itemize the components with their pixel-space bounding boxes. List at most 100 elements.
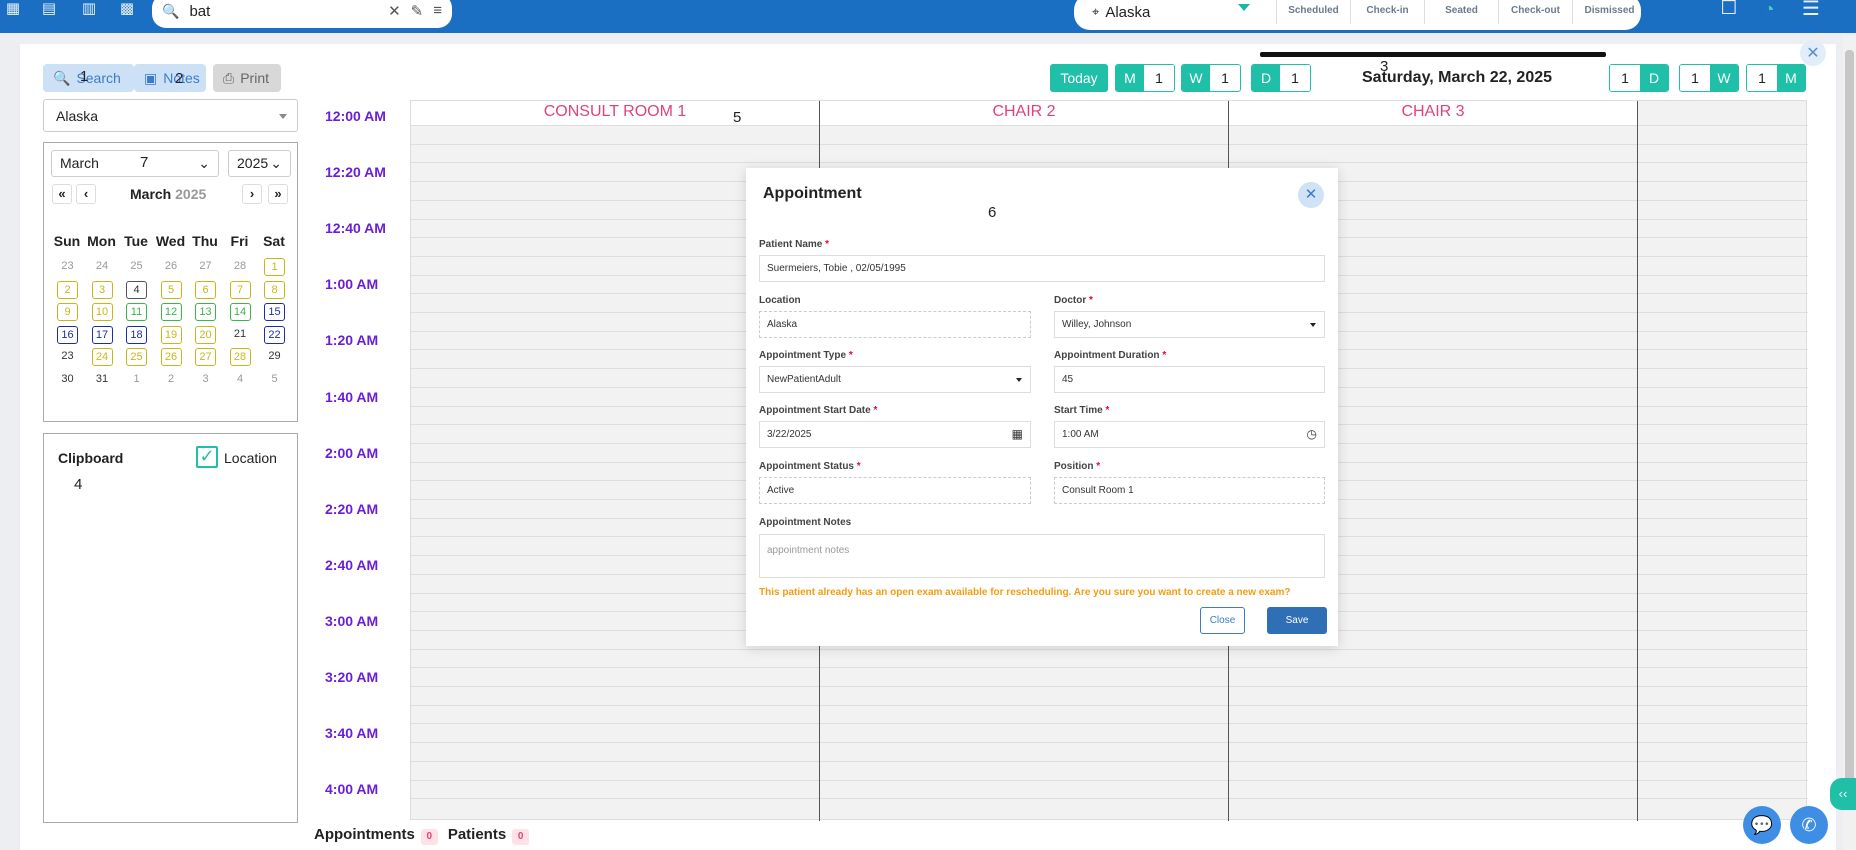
- month-select[interactable]: March ⌄: [51, 150, 219, 177]
- signal-icon[interactable]: ◔: [1756, 0, 1782, 20]
- calendar-day[interactable]: 15: [264, 303, 285, 321]
- prev-year-button[interactable]: «: [52, 184, 72, 204]
- phone-fab-icon[interactable]: ✆: [1790, 806, 1828, 844]
- status-seated[interactable]: ✦Seated: [1424, 0, 1498, 24]
- calendar-day[interactable]: 20: [195, 325, 216, 344]
- location-select[interactable]: Alaska: [43, 99, 298, 132]
- calendar-day[interactable]: 13: [195, 303, 216, 321]
- today-button[interactable]: Today: [1050, 64, 1108, 92]
- calendar-icon[interactable]: ▦: [0, 0, 26, 20]
- year-select[interactable]: 2025 ⌄: [228, 150, 291, 177]
- save-button[interactable]: Save: [1267, 607, 1327, 634]
- doctor-select[interactable]: Willey, Johnson: [1054, 311, 1325, 338]
- pin-icon[interactable]: ✎: [411, 2, 424, 20]
- chevron-down-icon: [1016, 378, 1022, 382]
- chat-fab-icon[interactable]: 💬: [1743, 806, 1781, 844]
- appointment-type-select[interactable]: NewPatientAdult: [759, 366, 1031, 393]
- search-input[interactable]: bat: [189, 3, 210, 20]
- calendar-day[interactable]: 8: [264, 280, 285, 299]
- start-date-field[interactable]: 3/22/2025 ▦: [759, 421, 1031, 448]
- day-view-group[interactable]: D1: [1251, 64, 1311, 92]
- patient-name-field[interactable]: Suermeiers, Tobie , 02/05/1995: [759, 255, 1325, 282]
- calendar-day[interactable]: 5: [160, 280, 182, 299]
- calendar-day[interactable]: 18: [126, 325, 147, 344]
- calendar-day[interactable]: 7: [229, 280, 251, 299]
- menu-icon[interactable]: ☰: [1798, 0, 1824, 20]
- notes-button[interactable]: ▣ Notes: [134, 64, 206, 92]
- calendar-day[interactable]: 25: [126, 348, 147, 366]
- calendar-day[interactable]: 17: [91, 325, 113, 344]
- calendar-day[interactable]: 26: [161, 258, 182, 276]
- location-selector[interactable]: ⌖ Alaska ▭Scheduled ▭Check-in ✦Seated ☒C…: [1074, 0, 1641, 30]
- calendar-day[interactable]: 22: [264, 325, 285, 344]
- calendar-day[interactable]: 2: [57, 280, 78, 299]
- calendar-day[interactable]: 12: [160, 303, 182, 321]
- calendar-day[interactable]: 28: [230, 258, 251, 276]
- filter-icon[interactable]: ≡: [433, 2, 442, 20]
- calendar-day[interactable]: 25: [126, 258, 147, 276]
- calendar-day[interactable]: 1: [126, 371, 147, 389]
- marker-badge: 4: [74, 476, 83, 493]
- day-forward-group[interactable]: 1D: [1609, 64, 1669, 92]
- duration-field[interactable]: 45: [1054, 366, 1325, 393]
- search-box[interactable]: 🔍 bat ✕ ✎ ≡: [152, 0, 452, 28]
- building-icon[interactable]: ▩: [114, 0, 140, 20]
- week-view-group[interactable]: W1: [1181, 64, 1241, 92]
- next-month-button[interactable]: ›: [242, 184, 262, 204]
- calendar-day[interactable]: 19: [160, 325, 182, 344]
- calendar-day[interactable]: 28: [229, 348, 251, 366]
- month-forward-group[interactable]: 1M: [1746, 64, 1806, 92]
- calendar-day[interactable]: 3: [195, 371, 216, 389]
- clock-icon[interactable]: ◷: [1307, 427, 1317, 441]
- calendar-day[interactable]: 6: [195, 280, 216, 299]
- print-button[interactable]: ⎙ Print: [213, 64, 281, 92]
- calendar-day[interactable]: 2: [161, 371, 182, 389]
- calendar-icon[interactable]: ▦: [1012, 427, 1023, 441]
- calendar-day[interactable]: 23: [57, 348, 78, 366]
- calendar-day[interactable]: 4: [126, 280, 147, 299]
- chevron-down-icon[interactable]: [1238, 4, 1250, 11]
- side-expand-tab[interactable]: ‹‹: [1830, 778, 1856, 810]
- status-scheduled[interactable]: ▭Scheduled: [1276, 0, 1350, 24]
- tab-appointments[interactable]: Appointments 0: [314, 826, 438, 845]
- chat-icon[interactable]: ☐: [1716, 0, 1742, 20]
- next-year-button[interactable]: »: [268, 184, 288, 204]
- calendar-day[interactable]: 27: [195, 258, 216, 276]
- calendar-day[interactable]: 5: [264, 371, 285, 389]
- prev-month-button[interactable]: ‹: [76, 184, 96, 204]
- clear-search-icon[interactable]: ✕: [388, 2, 401, 20]
- calendar-day[interactable]: 23: [57, 258, 78, 276]
- close-icon[interactable]: ✕: [1298, 182, 1324, 208]
- calendar-day[interactable]: 24: [92, 258, 113, 276]
- calendar-day[interactable]: 24: [91, 348, 113, 366]
- calendar-day[interactable]: 1: [264, 258, 285, 276]
- appointment-notes-input[interactable]: appointment notes: [759, 534, 1325, 578]
- report-icon[interactable]: ▤: [36, 0, 62, 20]
- calendar-day[interactable]: 3: [91, 280, 113, 299]
- calendar-day[interactable]: 29: [264, 348, 285, 366]
- start-time-field[interactable]: 1:00 AM ◷: [1054, 421, 1325, 448]
- calendar-day[interactable]: 31: [92, 371, 113, 389]
- calendar-day[interactable]: 16: [57, 325, 78, 344]
- calendar-day[interactable]: 27: [195, 348, 216, 366]
- scrollbar[interactable]: [1843, 36, 1856, 850]
- calendar-day[interactable]: 11: [126, 303, 147, 321]
- search-button[interactable]: 🔍 Search: [43, 64, 134, 92]
- calendar-day[interactable]: 10: [91, 303, 113, 321]
- calendar-day[interactable]: 26: [160, 348, 182, 366]
- location-checkbox[interactable]: ✓: [196, 446, 218, 468]
- status-dismissed[interactable]: ☒Dismissed: [1572, 0, 1646, 24]
- calendar-day[interactable]: 30: [57, 371, 78, 389]
- status-check-out[interactable]: ☒Check-out: [1498, 0, 1572, 24]
- chart-icon[interactable]: ▥: [76, 0, 102, 20]
- calendar-day[interactable]: 4: [230, 371, 251, 389]
- tab-patients[interactable]: Patients 0: [448, 826, 530, 845]
- close-icon[interactable]: ✕: [1800, 40, 1826, 66]
- status-check-in[interactable]: ▭Check-in: [1350, 0, 1424, 24]
- month-view-group[interactable]: M1: [1115, 64, 1175, 92]
- close-button[interactable]: Close: [1200, 607, 1245, 634]
- calendar-day[interactable]: 14: [229, 303, 251, 321]
- calendar-day[interactable]: 9: [57, 303, 78, 321]
- week-forward-group[interactable]: 1W: [1679, 64, 1739, 92]
- calendar-day[interactable]: 21: [230, 326, 251, 344]
